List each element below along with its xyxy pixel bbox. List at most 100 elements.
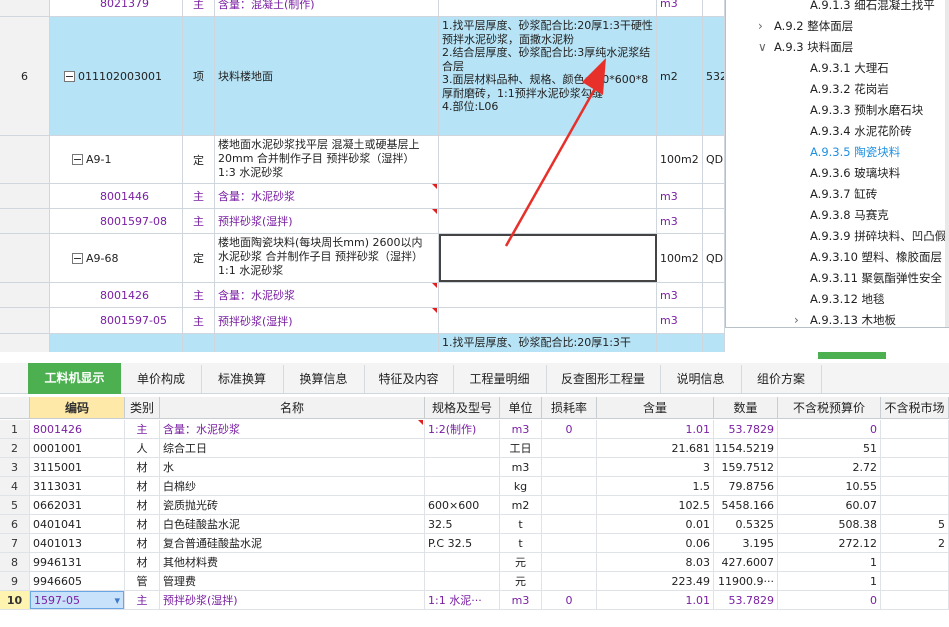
chevron-right-icon[interactable]: › [794,310,799,328]
tree-item[interactable]: A.9.3.8 马赛克 [810,205,889,226]
bill-cell-unit[interactable]: m2 [657,17,703,135]
resource-cell-code[interactable]: 9946605 [30,572,125,590]
resource-cell-spec[interactable]: 600×600 [425,496,500,514]
bill-cell-unit[interactable]: m3 [657,184,703,208]
resource-cell-qty[interactable]: 1.5 [597,477,714,495]
bill-cell-code[interactable]: A9-1 [50,136,183,183]
resource-cell-spec[interactable]: 1:1 水泥··· [425,591,500,609]
resource-cell-price[interactable]: 60.07 [778,496,881,514]
tab-8[interactable]: 组价方案 [741,365,822,393]
bill-cell-type[interactable]: 项 [183,17,215,135]
bill-cell-desc[interactable] [439,283,657,307]
resource-cell-cat[interactable]: 材 [125,458,160,476]
resource-cell-code[interactable]: 0001001 [30,439,125,457]
tab-6[interactable]: 反查图形工程量 [546,365,661,393]
column-header-n[interactable] [0,397,30,418]
resource-cell-spec[interactable] [425,572,500,590]
resource-cell-loss[interactable]: 0 [542,420,597,438]
resource-cell-price[interactable]: 0 [778,420,881,438]
bill-cell-type[interactable]: 定 [183,234,215,282]
resource-cell-qty[interactable]: 8.03 [597,553,714,571]
resource-row[interactable]: 9 9946605 管 管理费 元 223.49 11900.9··· 1 [0,572,949,591]
bill-cell-code[interactable]: 8001597-08 [50,209,183,233]
resource-cell-qty[interactable]: 223.49 [597,572,714,590]
resource-cell-name[interactable]: 水 [160,458,425,476]
resource-cell-amount[interactable]: 159.7512 [714,458,778,476]
resource-cell-market[interactable] [881,420,949,438]
resource-cell-market[interactable] [881,572,949,590]
resource-cell-market[interactable]: 5 [881,515,949,533]
resource-cell-cat[interactable]: 主 [125,591,160,609]
bill-cell-extra[interactable] [703,184,725,208]
bill-cell-extra[interactable] [703,308,725,333]
resource-cell-unit[interactable]: t [500,515,542,533]
resource-cell-cat[interactable]: 材 [125,534,160,552]
resource-cell-code[interactable]: 0401013 [30,534,125,552]
resource-row[interactable]: 7 0401013 材 复合普通硅酸盐水泥 P.C 32.5 t 0.06 3.195 272.… [0,534,949,553]
resource-cell-spec[interactable]: 32.5 [425,515,500,533]
resource-cell-cat[interactable]: 人 [125,439,160,457]
bill-cell-type[interactable]: 主 [183,209,215,233]
resource-cell-market[interactable] [881,496,949,514]
bill-cell-type[interactable]: 定 [183,136,215,183]
bill-cell-extra[interactable] [703,334,725,352]
resource-cell-cat[interactable]: 材 [125,553,160,571]
bill-row[interactable]: 8021379 主 含量：混凝土(制作) m3 [0,0,725,17]
resource-cell-amount[interactable]: 427.6007 [714,553,778,571]
resource-cell-name[interactable]: 复合普通硅酸盐水泥 [160,534,425,552]
resource-cell-loss[interactable] [542,553,597,571]
collapse-toggle-icon[interactable] [72,154,83,165]
resource-cell-amount[interactable]: 11900.9··· [714,572,778,590]
bill-row[interactable]: 8001446 主 含量：水泥砂浆 m3 [0,184,725,209]
bill-row[interactable]: A9-68 定 楼地面陶瓷块料(每块周长mm) 2600以内 水泥砂浆 合并制作子目… [0,234,725,283]
resource-cell-price[interactable]: 0 [778,591,881,609]
bill-cell-type[interactable]: 主 [183,184,215,208]
resource-cell-loss[interactable] [542,572,597,590]
bill-row[interactable]: 8001426 主 含量：水泥砂浆 m3 [0,283,725,308]
resource-row[interactable]: 8 9946131 材 其他材料费 元 8.03 427.6007 1 [0,553,949,572]
tree-item[interactable]: A.9.3.2 花岗岩 [810,79,889,100]
tree-item[interactable]: › A.9.3.13 木地板 [794,310,896,328]
resource-cell-cat[interactable]: 材 [125,515,160,533]
resource-cell-name[interactable]: 预拌砂浆(湿拌) [160,591,425,609]
resource-cell-price[interactable]: 10.55 [778,477,881,495]
resource-cell-cat[interactable]: 管 [125,572,160,590]
resource-cell-amount[interactable]: 0.5325 [714,515,778,533]
tree-item[interactable]: A.9.3.4 水泥花阶砖 [810,121,912,142]
resource-cell-unit[interactable]: kg [500,477,542,495]
bill-cell-desc[interactable]: 1.找平层厚度、砂浆配合比:20厚1:3干 [439,334,657,352]
resource-cell-loss[interactable] [542,458,597,476]
tree-item[interactable]: A.9.3.11 聚氨酯弹性安全 [810,268,942,289]
resource-cell-price[interactable]: 508.38 [778,515,881,533]
resource-row[interactable]: 6 0401041 材 白色硅酸盐水泥 32.5 t 0.01 0.5325 508.38 5 [0,515,949,534]
resource-cell-price[interactable]: 1 [778,553,881,571]
tree-item[interactable]: ∨ A.9.3 块料面层 [758,37,853,58]
resource-cell-price[interactable]: 51 [778,439,881,457]
code-edit-input[interactable]: 1597-05 ▾ [30,591,124,609]
resource-row[interactable]: 1 8001426 主 含量：水泥砂浆 1:2(制作) m3 0 1.01 53.7829 0 [0,420,949,439]
resource-cell-loss[interactable] [542,439,597,457]
resource-cell-code[interactable]: 8001426 [30,420,125,438]
resource-cell-code[interactable]: 9946131 [30,553,125,571]
resource-cell-name[interactable]: 含量：水泥砂浆 [160,420,425,438]
bill-row[interactable]: 1.找平层厚度、砂浆配合比:20厚1:3干 [0,334,725,352]
resource-cell-amount[interactable]: 79.8756 [714,477,778,495]
dropdown-arrow-icon[interactable]: ▾ [114,594,120,607]
resource-cell-spec[interactable] [425,477,500,495]
column-header-code[interactable]: 编码 [30,397,125,418]
tab-5[interactable]: 工程量明细 [453,365,547,393]
resource-cell-market[interactable] [881,458,949,476]
bill-cell-name[interactable]: 含量：混凝土(制作) [215,0,439,16]
tab-2[interactable]: 标准换算 [201,365,284,393]
bill-cell-desc[interactable] [439,184,657,208]
resource-cell-amount[interactable]: 53.7829 [714,420,778,438]
resource-cell-spec[interactable] [425,458,500,476]
resource-cell-loss[interactable] [542,477,597,495]
bill-cell-type[interactable]: 主 [183,283,215,307]
column-header-amount[interactable]: 数量 [714,397,778,418]
resource-cell-qty[interactable]: 21.681 [597,439,714,457]
horizontal-scroll-thumb[interactable] [818,352,886,359]
column-header-qty[interactable]: 含量 [597,397,714,418]
resource-cell-loss[interactable] [542,496,597,514]
bill-cell-name[interactable]: 预拌砂浆(湿拌) [215,308,439,333]
